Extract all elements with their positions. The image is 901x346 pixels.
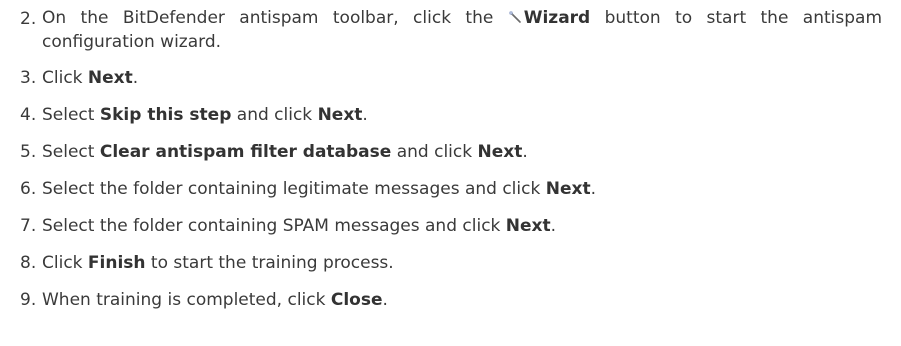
step-text-run: . [550, 216, 557, 236]
step-ui-term: Next [545, 179, 591, 199]
step-number: 4. [20, 105, 37, 125]
step-text: When training is completed, click Close. [42, 287, 882, 313]
step-text: Select Skip this step and click Next. [42, 102, 882, 128]
step-ui-term: Next [477, 142, 523, 162]
step-item: 2. On the BitDefender antispam toolbar, c… [20, 6, 882, 54]
step-number: 2. [20, 9, 37, 29]
step-text-run: . [382, 290, 388, 310]
step-item: 5. Select Clear antispam filter database … [20, 139, 882, 165]
step-text-run: Click [42, 253, 88, 273]
step-text: On the BitDefender antispam toolbar, cli… [42, 6, 882, 54]
step-item: 8. Click Finish to start the training pro… [20, 250, 882, 276]
step-number: 7. [20, 216, 37, 236]
step-text: Click Finish to start the training proce… [42, 250, 882, 276]
step-text-run: When training is completed, click [42, 290, 331, 310]
step-text: Select Clear antispam filter database an… [42, 139, 882, 165]
step-text-run: Click [42, 68, 88, 88]
step-text: Click Next. [42, 65, 882, 91]
step-item: 7. Select the folder containing SPAM mess… [20, 213, 882, 239]
step-text-run: to start the training process. [145, 253, 394, 273]
step-ui-term: Skip this step [99, 105, 232, 125]
step-number: 5. [20, 142, 37, 162]
step-number: 9. [20, 290, 37, 310]
step-ui-term: Next [505, 216, 551, 236]
step-text-run: and click [231, 105, 318, 125]
step-ui-term: Close [330, 290, 383, 310]
step-text-run: . [132, 68, 139, 88]
step-text: Select the folder containing SPAM messag… [42, 213, 882, 239]
step-item: 6. Select the folder containing legitimat… [20, 176, 882, 202]
step-number: 3. [20, 68, 37, 88]
step-item: 9. When training is completed, click Clos… [20, 287, 882, 313]
step-number: 6. [20, 179, 37, 199]
step-text-run: Select [42, 142, 100, 162]
wand-icon [508, 7, 522, 23]
step-item: 3. Click Next. [20, 65, 882, 91]
step-text-run: Select [42, 105, 100, 125]
step-ui-term: Finish [87, 253, 146, 273]
step-text-run: . [522, 142, 528, 162]
step-ui-term: Wizard [523, 8, 591, 28]
step-text: Select the folder containing legitimate … [42, 176, 882, 202]
step-text-run: . [590, 179, 596, 199]
step-ui-term: Clear antispam filter database [99, 142, 392, 162]
step-number: 8. [20, 253, 37, 273]
step-text-run: Select the folder containing legitimate … [42, 179, 546, 199]
step-text-run: On the BitDefender antispam toolbar, cli… [42, 8, 508, 28]
step-item: 4. Select Skip this step and click Next. [20, 102, 882, 128]
step-text-run: and click [391, 142, 478, 162]
step-ui-term: Next [317, 105, 363, 125]
step-text-run: . [362, 105, 368, 125]
step-ui-term: Next [87, 68, 133, 88]
steps-list: 2. On the BitDefender antispam toolbar, c… [0, 0, 882, 313]
step-text-run: Select the folder containing SPAM messag… [42, 216, 506, 236]
